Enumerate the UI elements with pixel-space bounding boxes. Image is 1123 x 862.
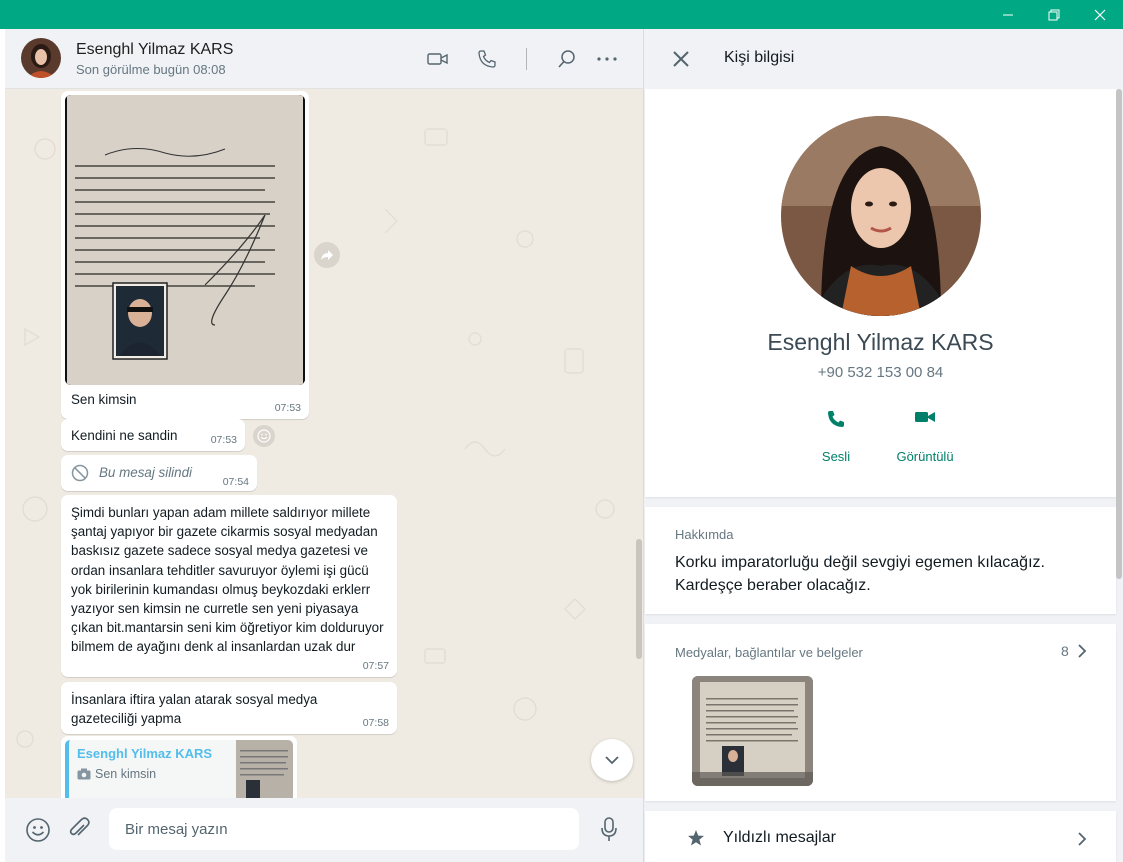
video-icon (880, 409, 970, 433)
message-input[interactable]: Bir mesaj yazın (109, 808, 579, 850)
profile-name: Esenghl Yilmaz KARS (767, 329, 994, 355)
text-message[interactable]: Kendini ne sandin 07:53 (61, 419, 245, 451)
menu-icon[interactable] (595, 47, 619, 71)
image-caption: Sen kimsin (71, 392, 137, 407)
minimize-icon[interactable] (985, 0, 1031, 29)
profile-card: Esenghl Yilmaz KARS +90 532 153 00 84 Se… (645, 89, 1116, 497)
chat-scrollbar[interactable] (636, 539, 642, 659)
contact-info-panel: Kişi bilgisi Esenghl Yilmaz KARS +90 532… (643, 29, 1123, 862)
about-text: Korku imparatorluğu değil sevgiyi egemen… (675, 554, 1045, 594)
window-titlebar (0, 0, 1123, 29)
last-seen-status: Son görülme bugün 08:08 (76, 62, 226, 77)
panel-title: Kişi bilgisi (724, 49, 795, 66)
media-thumbnail[interactable] (692, 676, 813, 786)
video-call-icon[interactable] (426, 47, 450, 71)
phone-icon (791, 409, 881, 433)
deleted-icon (71, 464, 89, 482)
chat-messages-area[interactable]: Sen kimsin 07:53 Kendini ne sandin 07:53… (5, 89, 643, 798)
close-icon[interactable] (1077, 0, 1123, 29)
voice-call-icon[interactable] (475, 47, 499, 71)
contact-avatar[interactable] (21, 38, 61, 78)
media-count[interactable]: 8 (1061, 643, 1069, 659)
about-label: Hakkımda (675, 527, 734, 542)
microphone-icon[interactable] (600, 817, 618, 843)
message-text: İnsanlara iftira yalan atarak sosyal med… (71, 692, 318, 727)
message-text: Kendini ne sandin (71, 428, 178, 443)
starred-label: Yıldızlı mesajlar (723, 829, 836, 846)
text-message[interactable]: Şimdi bunları yapan adam millete saldırı… (61, 495, 397, 677)
about-card: Hakkımda Korku imparatorluğu değil sevgi… (645, 507, 1116, 614)
emoji-icon[interactable] (25, 817, 51, 843)
panel-header: Kişi bilgisi (644, 29, 1123, 89)
emoji-reaction-icon[interactable] (253, 425, 275, 447)
quoted-message[interactable]: Esenghl Yilmaz KARS Sen kimsin (61, 736, 297, 798)
chevron-right-icon[interactable] (1077, 644, 1087, 658)
text-message[interactable]: İnsanlara iftira yalan atarak sosyal med… (61, 682, 397, 734)
forward-icon[interactable] (314, 242, 340, 268)
attach-icon[interactable] (67, 816, 91, 842)
image-message[interactable]: Sen kimsin 07:53 (61, 91, 309, 419)
deleted-text: Bu mesaj silindi (99, 465, 193, 480)
video-call-button[interactable]: Görüntülü (880, 409, 970, 464)
voice-call-label: Sesli (821, 449, 851, 464)
media-card: Medyalar, bağlantılar ve belgeler 8 (645, 624, 1116, 801)
camera-icon (77, 768, 91, 780)
message-composer: Bir mesaj yazın (5, 798, 643, 862)
panel-scrollbar[interactable] (1116, 89, 1122, 579)
video-call-label: Görüntülü (896, 449, 954, 464)
profile-phone: +90 532 153 00 84 (817, 364, 944, 381)
media-label[interactable]: Medyalar, bağlantılar ve belgeler (675, 645, 863, 660)
chevron-right-icon[interactable] (1077, 832, 1087, 846)
header-divider (526, 48, 527, 70)
deleted-message[interactable]: Bu mesaj silindi 07:54 (61, 455, 257, 491)
quote-author: Esenghl Yilmaz KARS (77, 746, 213, 761)
quoted-reply[interactable]: Esenghl Yilmaz KARS Sen kimsin (65, 740, 293, 798)
search-icon[interactable] (555, 47, 579, 71)
message-time: 07:53 (210, 434, 237, 446)
chat-header: Esenghl Yilmaz KARS Son görülme bugün 08… (5, 29, 643, 89)
quote-thumbnail (236, 740, 293, 798)
restore-icon[interactable] (1031, 0, 1077, 29)
message-time: 07:58 (362, 717, 389, 729)
profile-photo[interactable] (781, 116, 981, 316)
voice-call-button[interactable]: Sesli (791, 409, 881, 464)
star-icon (687, 829, 705, 847)
message-time: 07:53 (274, 402, 301, 414)
message-time: 07:54 (222, 476, 249, 488)
document-photo[interactable] (65, 95, 305, 385)
close-panel-icon[interactable] (673, 51, 689, 67)
message-time: 07:57 (362, 660, 389, 672)
contact-name[interactable]: Esenghl Yilmaz KARS (76, 41, 233, 59)
quote-text: Sen kimsin (95, 767, 157, 781)
message-text: Şimdi bunları yapan adam millete saldırı… (71, 505, 384, 655)
starred-messages-row[interactable]: Yıldızlı mesajlar (645, 811, 1116, 862)
scroll-down-button[interactable] (591, 739, 633, 781)
